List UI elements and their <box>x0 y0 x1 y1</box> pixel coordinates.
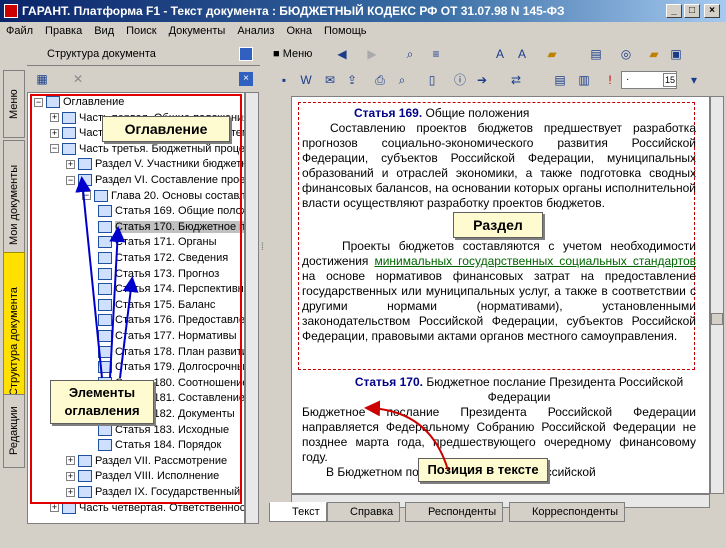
arrow-to-section <box>75 176 103 379</box>
arrow-to-text-position <box>364 400 449 471</box>
arrow-to-article-2 <box>119 276 139 379</box>
arrow-to-article <box>109 226 126 379</box>
annotation-arrows <box>75 176 449 471</box>
